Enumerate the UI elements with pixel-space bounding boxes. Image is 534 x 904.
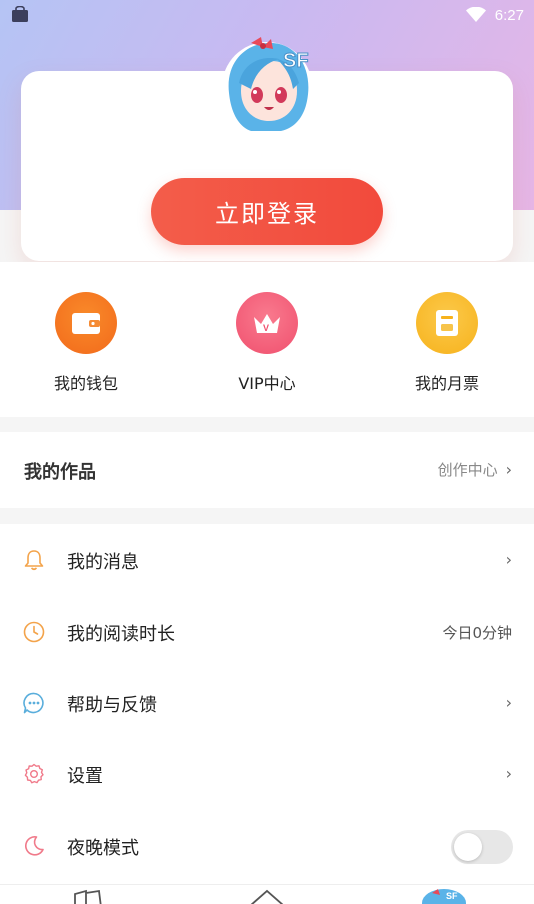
chevron-right-icon: › [505, 693, 512, 712]
settings-menu: 我的消息 › 我的阅读时长 今日0分钟 帮助与反馈 › 设置 › 夜晚模式 [0, 524, 534, 884]
my-works-title: 我的作品 [24, 462, 96, 483]
chevron-right-icon: › [505, 460, 512, 479]
menu-item-label: 夜晚模式 [67, 838, 139, 859]
reading-time-value: 今日0分钟 [442, 624, 512, 642]
chevron-right-icon: › [505, 764, 512, 783]
status-time: 6:27 [494, 6, 524, 24]
quick-actions-panel: 我的钱包 V VIP中心 我的月票 [0, 262, 534, 417]
svg-text:SF: SF [446, 891, 458, 901]
menu-item-label: 我的消息 [67, 552, 139, 573]
menu-item-messages[interactable]: 我的消息 › [0, 524, 534, 595]
vip-center-button[interactable]: V VIP中心 [207, 292, 327, 394]
menu-item-label: 设置 [67, 766, 103, 787]
wallet-icon [55, 292, 117, 354]
monthly-ticket-button[interactable]: 我的月票 [387, 292, 507, 394]
menu-item-reading-time[interactable]: 我的阅读时长 今日0分钟 [0, 596, 534, 667]
profile-tab-avatar[interactable]: SF [418, 887, 470, 904]
shopping-bag-icon [12, 6, 28, 22]
svg-text:SF: SF [283, 50, 309, 72]
chat-bubble-icon [23, 692, 44, 714]
menu-item-help-feedback[interactable]: 帮助与反馈 › [0, 667, 534, 738]
clock-icon [23, 621, 45, 643]
menu-item-settings[interactable]: 设置 › [0, 738, 534, 809]
crown-icon: V [236, 292, 298, 354]
login-button[interactable]: 立即登录 [151, 178, 383, 245]
my-works-row[interactable]: 我的作品 创作中心 › [0, 432, 534, 508]
bottom-tab-bar: SF [0, 884, 534, 904]
wallet-label: 我的钱包 [53, 374, 118, 393]
home-tab-icon[interactable] [249, 889, 285, 904]
menu-item-label: 帮助与反馈 [67, 695, 157, 716]
creation-center-link[interactable]: 创作中心 › [438, 459, 512, 480]
svg-text:V: V [263, 323, 269, 333]
avatar[interactable]: SF [221, 33, 313, 133]
monthly-ticket-label: 我的月票 [414, 374, 479, 393]
toggle-knob [454, 833, 482, 861]
bell-icon [24, 550, 44, 571]
moon-icon [25, 836, 44, 856]
vip-center-label: VIP中心 [238, 374, 296, 393]
ticket-icon [416, 292, 478, 354]
bookshelf-tab-icon[interactable] [72, 889, 104, 904]
chevron-right-icon: › [505, 550, 512, 569]
night-mode-toggle[interactable] [451, 830, 513, 864]
wallet-button[interactable]: 我的钱包 [26, 292, 146, 394]
gear-icon [24, 763, 44, 784]
status-bar: 6:27 [0, 0, 534, 30]
creation-center-label: 创作中心 [437, 461, 498, 479]
wifi-icon [465, 7, 486, 22]
menu-item-label: 我的阅读时长 [67, 624, 175, 645]
menu-item-night-mode: 夜晚模式 [0, 810, 534, 881]
